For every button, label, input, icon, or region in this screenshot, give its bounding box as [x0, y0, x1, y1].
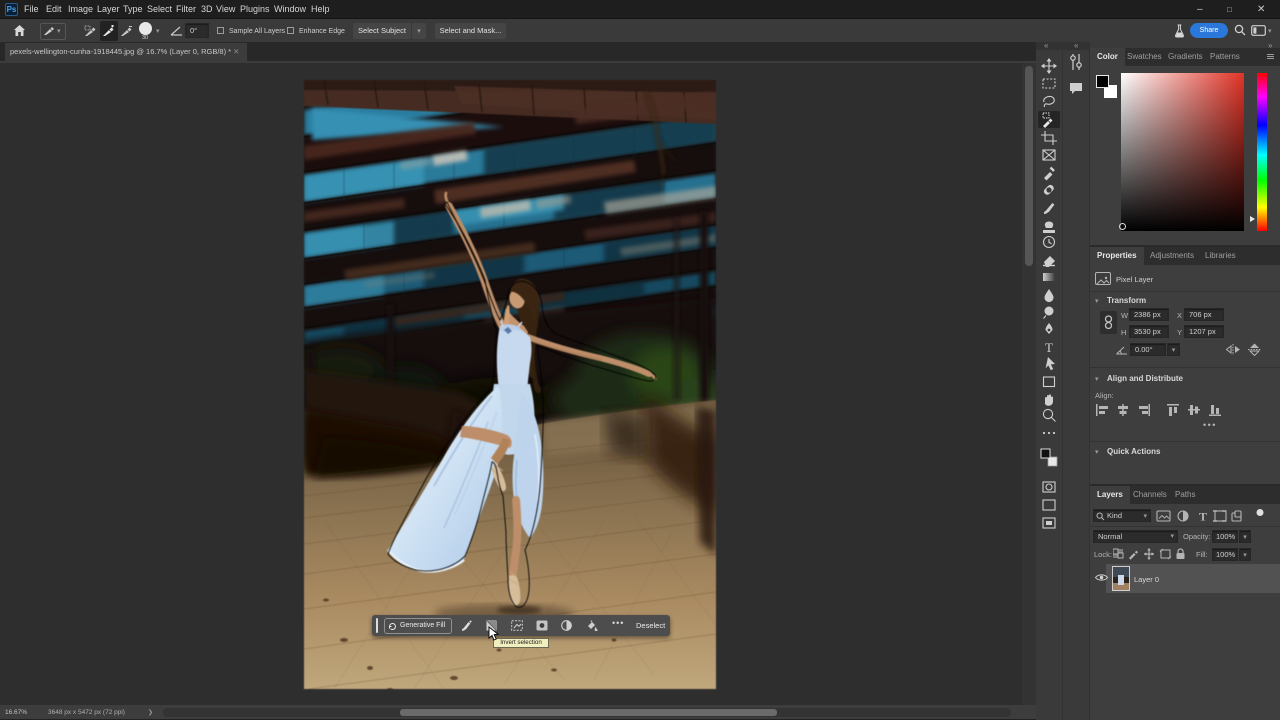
- svg-text:T: T: [1045, 340, 1053, 355]
- svg-text:T: T: [1199, 510, 1207, 524]
